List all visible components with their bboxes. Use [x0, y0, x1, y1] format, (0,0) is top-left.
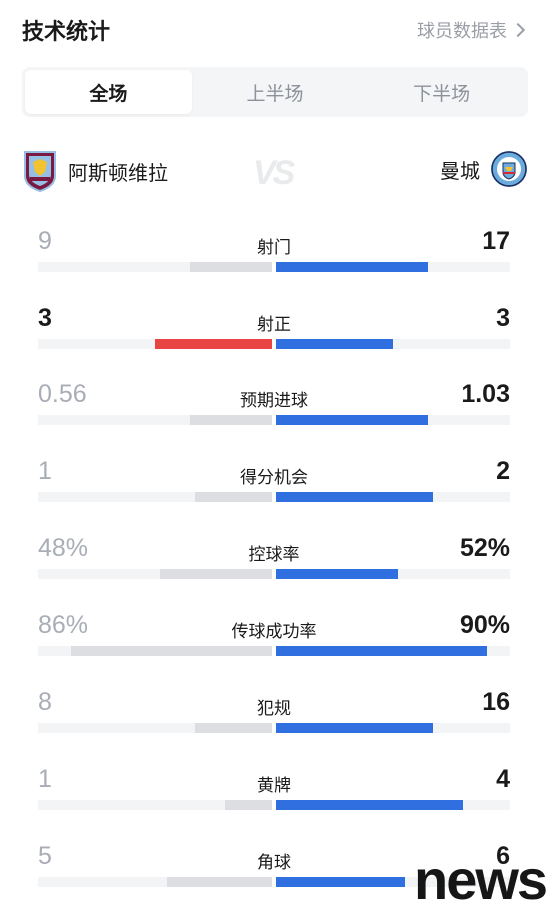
home-bar-fill	[195, 492, 272, 502]
stat-label: 得分机会	[240, 468, 308, 487]
page-title: 技术统计	[22, 19, 111, 44]
stat-row: 8 犯规 16	[38, 683, 510, 743]
stats-header: 技术统计 球员数据表	[0, 0, 549, 58]
comparison-bar	[38, 415, 510, 425]
home-bar-fill	[71, 646, 272, 656]
player-stats-link[interactable]: 球员数据表	[417, 17, 526, 43]
away-value: 17	[482, 227, 510, 255]
home-bar-fill	[225, 800, 272, 810]
stat-label: 射正	[257, 315, 291, 334]
stat-label: 传球成功率	[231, 622, 317, 641]
away-bar-fill	[276, 415, 428, 425]
away-bar-fill	[276, 800, 463, 810]
away-value: 52%	[459, 534, 510, 562]
home-bar-fill	[167, 877, 272, 887]
comparison-bar	[38, 339, 510, 349]
away-bar-fill	[276, 877, 405, 887]
news-watermark: news	[414, 848, 548, 911]
comparison-bar	[38, 492, 510, 502]
away-bar-fill	[276, 723, 433, 733]
home-team-name: 阿斯顿维拉	[68, 162, 168, 185]
comparison-bar	[38, 723, 510, 733]
manchester-city-crest-icon	[491, 151, 527, 187]
home-bar-fill	[195, 723, 272, 733]
tab-first-half[interactable]: 上半场	[192, 70, 359, 114]
tab-second-half[interactable]: 下半场	[358, 70, 525, 114]
home-bar-fill	[190, 415, 272, 425]
tab-full-match[interactable]: 全场	[25, 70, 192, 114]
away-bar-fill	[276, 262, 428, 272]
away-value: 16	[482, 688, 510, 716]
teams-row: 阿斯顿维拉 VS 曼城	[22, 150, 528, 195]
aston-villa-crest-icon	[24, 151, 56, 192]
comparison-bar	[38, 646, 510, 656]
stat-label: 射门	[257, 238, 291, 257]
home-bar-fill	[160, 569, 272, 579]
comparison-bar	[38, 262, 510, 272]
stat-label: 黄牌	[257, 776, 291, 795]
stat-row: 9 射门 17	[38, 222, 510, 282]
stat-row: 1 黄牌 4	[38, 760, 510, 820]
chevron-right-icon	[510, 22, 526, 38]
away-value: 3	[496, 304, 510, 332]
away-team-name: 曼城	[440, 160, 480, 183]
away-bar-fill	[276, 339, 393, 349]
away-value: 1.03	[461, 380, 510, 408]
stat-row: 86% 传球成功率 90%	[38, 606, 510, 666]
home-bar-fill	[155, 339, 272, 349]
away-bar-fill	[276, 492, 433, 502]
comparison-bar	[38, 569, 510, 579]
stat-row: 0.56 预期进球 1.03	[38, 375, 510, 435]
stat-row: 1 得分机会 2	[38, 452, 510, 512]
stat-label: 控球率	[248, 545, 300, 564]
away-team: 曼城	[440, 150, 528, 188]
away-bar-fill	[276, 569, 398, 579]
stat-row: 3 射正 3	[38, 299, 510, 359]
away-value: 2	[496, 457, 510, 485]
home-team: 阿斯顿维拉	[22, 150, 168, 192]
away-bar-fill	[276, 646, 487, 656]
stat-label: 犯规	[257, 699, 291, 718]
vs-mark: VS	[253, 154, 295, 192]
comparison-bar	[38, 800, 510, 810]
home-bar-fill	[190, 262, 272, 272]
period-tabs: 全场 上半场 下半场	[22, 67, 528, 117]
away-value: 4	[496, 765, 510, 793]
stat-row: 48% 控球率 52%	[38, 529, 510, 589]
player-stats-link-label: 球员数据表	[417, 21, 507, 41]
stat-label: 预期进球	[240, 391, 308, 410]
away-value: 90%	[459, 611, 510, 639]
